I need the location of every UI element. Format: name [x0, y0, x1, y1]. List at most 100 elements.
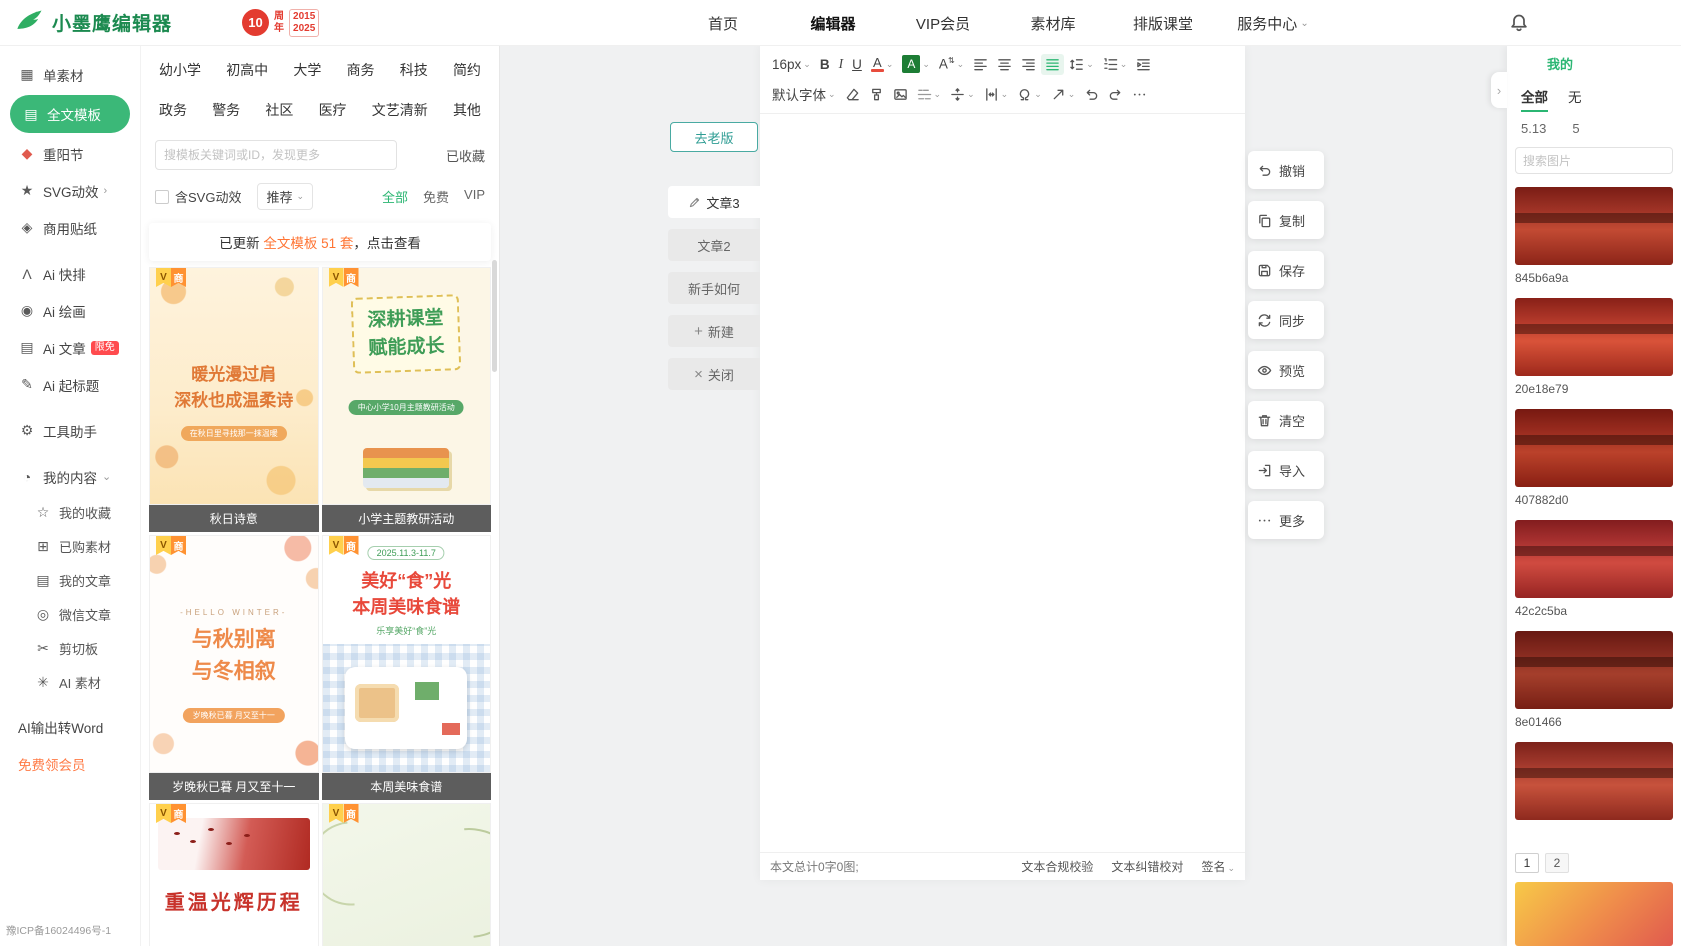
material-group-1[interactable]: 5	[1572, 121, 1579, 136]
sidebar-item-ai-article[interactable]: ▤ Ai 文章 限免	[0, 329, 140, 366]
page-button-2[interactable]: 2	[1545, 853, 1569, 873]
sidebar-item-ai-painting[interactable]: ◉ Ai 绘画	[0, 292, 140, 329]
template-card[interactable]: V 商 -HELLO WINTER- 与秋别离 与冬相叙 岁晚秋已暮 月又至十一 岁晚秋已暮…	[149, 535, 319, 800]
material-item[interactable]: 845b6a9a	[1515, 187, 1673, 285]
material-group-0[interactable]: 5.13	[1521, 121, 1546, 136]
sidebar-item-clipboard[interactable]: ✂ 剪切板	[0, 631, 140, 665]
sidebar-item-svg-effects[interactable]: ★ SVG动效 ›	[0, 172, 140, 209]
category-categories_row2-3[interactable]: 医疗	[319, 100, 347, 120]
sidebar-item-my-articles[interactable]: ▤ 我的文章	[0, 563, 140, 597]
underline-button[interactable]: U	[848, 54, 866, 75]
sync-button[interactable]: 同步	[1248, 301, 1324, 339]
template-scrollbar[interactable]	[492, 260, 497, 372]
notification-bell-icon[interactable]	[1509, 13, 1529, 38]
font-size-select[interactable]: 16px ⌄	[768, 54, 815, 75]
material-item[interactable]: 42c2c5ba	[1515, 520, 1673, 618]
nav-item-1[interactable]: 编辑器	[778, 13, 888, 34]
save-button[interactable]: 保存	[1248, 251, 1324, 289]
insert-image-button[interactable]	[889, 84, 912, 105]
align-right-button[interactable]	[1017, 54, 1040, 75]
material-item[interactable]: 8e01466	[1515, 631, 1673, 729]
signature-select[interactable]: 签名 ⌄	[1201, 858, 1235, 875]
category-categories_row2-1[interactable]: 警务	[212, 100, 240, 120]
italic-button[interactable]: I	[835, 53, 848, 75]
template-card[interactable]: V 商暖光漫过肩 深秋也成温柔诗 在秋日里寻找那一抹温暖 秋日诗意	[149, 267, 319, 532]
nav-item-2[interactable]: VIP会员	[888, 13, 998, 34]
template-card[interactable]: V 商 2025.11.3-11.7 美好“食”光 本周美味食谱 乐享美好“食”光 本周美味…	[321, 535, 491, 800]
copy-button[interactable]: 复制	[1248, 201, 1324, 239]
sidebar-item-wechat-articles[interactable]: ◎ 微信文章	[0, 597, 140, 631]
article-tab-1[interactable]: 文章2	[668, 229, 760, 261]
nav-item-4[interactable]: 排版课堂	[1108, 13, 1218, 34]
letter-spacing-button[interactable]: ⌄	[980, 84, 1013, 105]
compliance-check-button[interactable]: 文本合规校验	[1021, 858, 1093, 875]
sidebar-item-single-material[interactable]: ▦ 单素材	[0, 56, 140, 93]
preview-button[interactable]: 预览	[1248, 351, 1324, 389]
sidebar-item-commercial-stickers[interactable]: ◈ 商用贴纸	[0, 209, 140, 246]
close-article-button[interactable]: × 关闭	[668, 358, 760, 390]
panel-collapse-toggle[interactable]: ›	[1491, 72, 1507, 108]
nav-item-5[interactable]: 服务中心 ⌄	[1218, 13, 1328, 34]
nav-item-3[interactable]: 素材库	[998, 13, 1108, 34]
template-card[interactable]: V 商重温光辉历程	[149, 803, 319, 946]
category-categories_row1-4[interactable]: 科技	[400, 60, 428, 80]
font-color-button[interactable]: A ⌄	[867, 53, 898, 75]
align-justify-button[interactable]	[1041, 53, 1065, 75]
favorites-link[interactable]: 已收藏	[446, 146, 485, 165]
special-symbol-button[interactable]: ⌄	[1013, 84, 1046, 105]
material-item[interactable]: 20e18e79	[1515, 298, 1673, 396]
category-categories_row1-3[interactable]: 商务	[347, 60, 375, 80]
article-tab-0[interactable]: 文章3	[668, 186, 760, 218]
category-categories_row2-4[interactable]: 文艺清新	[372, 100, 428, 120]
article-tab-2[interactable]: 新手如何	[668, 272, 760, 304]
nav-item-0[interactable]: 首页	[668, 13, 778, 34]
align-center-button[interactable]	[993, 54, 1016, 75]
sidebar-item-my-content[interactable]: ◔ 我的内容 ⌄	[0, 458, 140, 495]
template-card[interactable]: V商	[321, 803, 491, 946]
import-button[interactable]: 导入	[1248, 451, 1324, 489]
scope-filter-0[interactable]: 全部	[382, 187, 408, 206]
insert-arrow-button[interactable]: ⌄	[1047, 84, 1080, 105]
undo-button[interactable]	[1080, 84, 1103, 105]
text-background-button[interactable]: A ⌄	[898, 52, 934, 76]
line-height-button[interactable]: ⌄	[1065, 54, 1098, 75]
image-search-input[interactable]	[1523, 153, 1665, 168]
sidebar-item-ai-quick-layout[interactable]: Λ Ai 快排	[0, 255, 140, 292]
category-categories_row2-5[interactable]: 其他	[453, 100, 481, 120]
sidebar-item-chongyang-festival[interactable]: ◆ 重阳节	[0, 135, 140, 172]
sidebar-item-full-templates[interactable]: ▤ 全文模板	[10, 95, 130, 133]
align-left-button[interactable]	[969, 54, 992, 75]
category-categories_row1-0[interactable]: 幼小学	[159, 60, 201, 80]
page-button-1[interactable]: 1	[1515, 853, 1539, 873]
scope-filter-1[interactable]: 免费	[423, 187, 449, 206]
redo-button[interactable]	[1104, 84, 1127, 105]
more-tools-button[interactable]	[1128, 84, 1151, 105]
sidebar-item-ai-materials[interactable]: ✳ AI 素材	[0, 665, 140, 699]
font-scale-button[interactable]: A⇅ ⌄	[935, 53, 968, 75]
editor-canvas[interactable]	[760, 114, 1245, 852]
template-card[interactable]: V 商深耕课堂 赋能成长 中心小学10月主题教研活动 小学主题教研活动	[321, 267, 491, 532]
sidebar-item-free-vip[interactable]: 免费领会员	[0, 745, 140, 782]
image-search-box[interactable]	[1515, 147, 1673, 174]
sort-select[interactable]: 推荐 ⌄	[257, 183, 314, 210]
update-notice[interactable]: 已更新 全文模板 51 套，点击查看	[149, 223, 491, 261]
material-tab-1[interactable]: 无	[1568, 86, 1582, 112]
category-categories_row1-1[interactable]: 初高中	[226, 60, 268, 80]
svg-effect-checkbox[interactable]	[155, 189, 169, 204]
font-family-select[interactable]: 默认字体 ⌄	[768, 81, 840, 107]
sidebar-item-ai-title[interactable]: ✎ Ai 起标题	[0, 366, 140, 403]
sidebar-item-purchased-materials[interactable]: ⊞ 已购素材	[0, 529, 140, 563]
vertical-spacing-button[interactable]: ⌄	[946, 84, 979, 105]
clear-format-button[interactable]	[841, 84, 864, 105]
category-categories_row1-5[interactable]: 简约	[453, 60, 481, 80]
material-item[interactable]	[1515, 742, 1673, 826]
template-search-input[interactable]	[164, 148, 388, 162]
old-version-button[interactable]: 去老版	[670, 122, 758, 152]
sidebar-item-tool-assistant[interactable]: ⚙ 工具助手	[0, 412, 140, 449]
material-tab-0[interactable]: 全部	[1521, 86, 1548, 112]
category-categories_row2-0[interactable]: 政务	[159, 100, 187, 120]
new-article-button[interactable]: + 新建	[668, 315, 760, 347]
app-logo[interactable]: 小墨鹰编辑器	[14, 7, 172, 39]
format-painter-button[interactable]	[865, 84, 888, 105]
divider-button[interactable]: ⌄	[913, 84, 946, 105]
